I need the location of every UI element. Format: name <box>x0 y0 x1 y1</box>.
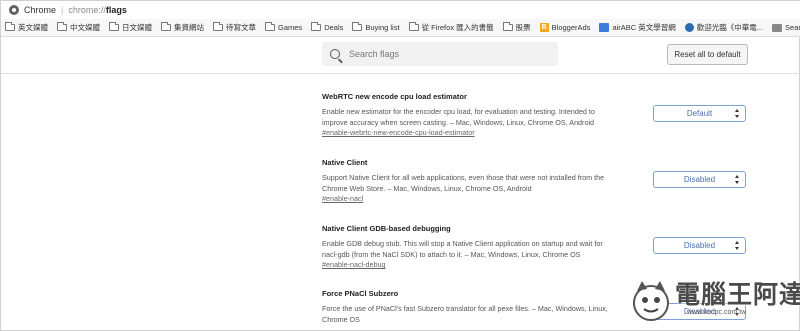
bookmark-folder[interactable]: Buying list <box>352 22 400 32</box>
bookmark-label: 股票 <box>515 23 531 32</box>
flag-item: Native Client GDB-based debugging Enable… <box>322 224 642 271</box>
flag-link[interactable]: #enable-nacl-debug <box>322 260 642 271</box>
bookmark-label: 日文媒體 <box>122 23 152 32</box>
bookmark-folder[interactable]: 股票 <box>502 22 531 33</box>
header-divider <box>1 73 800 74</box>
chrome-info-icon[interactable] <box>9 5 19 15</box>
flag-title: Force PNaCl Subzero <box>322 289 399 298</box>
flag-description-line: Enable new estimator for the encoder cpu… <box>322 107 595 116</box>
flag-select[interactable]: Disabled <box>653 171 746 188</box>
bookmark-folder[interactable]: Games <box>265 22 303 32</box>
folder-icon <box>265 22 275 31</box>
folder-icon <box>502 22 513 31</box>
bookmark-label: 中文媒體 <box>70 23 100 32</box>
bookmark-link[interactable]: B BloggerAds <box>539 23 591 32</box>
bookmarks-bar: 英文媒體 中文媒體 日文媒體 集資網站 待寫文章 Games Deals Buy… <box>1 19 800 37</box>
select-arrows-icon <box>735 241 740 250</box>
flag-item: Force PNaCl Subzero Force the use of PNa… <box>322 289 642 325</box>
flag-link[interactable]: #enable-webrtc-new-encode-cpu-load-estim… <box>322 128 642 139</box>
flag-description-line: Enable GDB debug stub. This will stop a … <box>322 239 603 248</box>
search-icon <box>330 49 340 59</box>
bookmark-folder[interactable]: 集資網站 <box>161 22 204 33</box>
bookmark-link[interactable]: Sear <box>772 23 800 32</box>
flag-title: Native Client <box>322 158 368 167</box>
bookmark-folder[interactable]: 中文媒體 <box>57 22 100 33</box>
flag-select[interactable]: Disabled <box>653 237 746 254</box>
flag-description: Enable new estimator for the encoder cpu… <box>322 107 642 128</box>
url-scheme: chrome:// <box>68 5 106 15</box>
bookmark-label: Sear <box>785 23 800 32</box>
flag-select-value: Disabled <box>683 241 716 250</box>
bookmark-label: Buying list <box>365 23 400 32</box>
flag-title: Native Client GDB-based debugging <box>322 224 451 233</box>
bookmark-label: BloggerAds <box>551 23 591 32</box>
folder-icon <box>57 22 67 31</box>
bookmark-folder[interactable]: Deals <box>311 22 344 32</box>
flag-description: Enable GDB debug stub. This will stop a … <box>322 239 642 260</box>
bookmark-folder[interactable]: 英文媒體 <box>5 22 48 33</box>
gift-icon <box>772 23 783 32</box>
select-arrows-icon <box>735 109 740 118</box>
flag-link[interactable]: #enable-nacl <box>322 194 642 205</box>
watermark-logo: 電腦王阿達 www.kocpc.com.tw <box>627 275 800 327</box>
bookmark-label: Games <box>278 23 303 32</box>
bookmark-folder[interactable]: 從 Firefox 匯入的書籤 <box>408 22 494 33</box>
bookmark-label: 待寫文章 <box>226 23 256 32</box>
address-bar[interactable]: Chrome | chrome:// flags <box>1 1 800 19</box>
bloggerads-icon: B <box>539 23 549 32</box>
bookmark-folder[interactable]: 日文媒體 <box>109 22 152 33</box>
bookmark-label: airABC 英文學習網 <box>612 23 676 32</box>
watermark-url: www.kocpc.com.tw <box>687 309 747 316</box>
watermark-text: 電腦王阿達 <box>675 280 800 309</box>
reset-all-button[interactable]: Reset all to default <box>667 44 748 65</box>
flag-description: Support Native Client for all web applic… <box>322 173 642 194</box>
globe-icon <box>684 23 694 32</box>
folder-icon <box>352 22 363 31</box>
flag-description-line: improve accuracy when screen casting. – … <box>322 117 595 127</box>
flag-item: Native Client Support Native Client for … <box>322 158 642 205</box>
flag-description-line: Force the use of PNaCl's fast Subzero tr… <box>322 304 608 313</box>
bookmark-link[interactable]: airABC 英文學習網 <box>599 22 676 33</box>
folder-icon <box>213 22 223 31</box>
bookmark-folder[interactable]: 待寫文章 <box>213 22 256 33</box>
flag-description-line: Support Native Client for all web applic… <box>322 173 605 182</box>
folder-icon <box>109 22 119 31</box>
folder-icon <box>311 22 322 31</box>
airabc-icon <box>599 23 610 32</box>
flag-select-value: Default <box>686 109 713 118</box>
flag-description-line: nacl-gdb (from the NaCl SDK) to attach t… <box>322 249 581 259</box>
select-arrows-icon <box>735 175 740 184</box>
folder-icon <box>161 22 171 31</box>
bookmark-label: 英文媒體 <box>18 23 48 32</box>
bookmark-link[interactable]: 歡迎光臨《中華電... <box>684 22 764 33</box>
folder-icon <box>408 22 419 31</box>
flag-title: WebRTC new encode cpu load estimator <box>322 92 467 101</box>
search-input[interactable] <box>349 49 549 59</box>
browser-window: Chrome | chrome:// flags 英文媒體 中文媒體 日文媒體 … <box>0 0 800 331</box>
folder-icon <box>5 22 15 31</box>
search-flags-box[interactable] <box>322 42 558 66</box>
bookmark-label: 從 Firefox 匯入的書籤 <box>421 23 494 32</box>
flag-select-value: Disabled <box>683 175 716 184</box>
flag-description: Force the use of PNaCl's fast Subzero tr… <box>322 304 642 325</box>
flag-item: WebRTC new encode cpu load estimator Ena… <box>322 92 642 139</box>
bookmark-label: 集資網站 <box>174 23 204 32</box>
mascot-icon <box>633 281 669 321</box>
address-separator: | <box>61 5 64 15</box>
flag-select[interactable]: Default <box>653 105 746 122</box>
flag-description-line: Chrome OS <box>322 314 360 324</box>
site-label: Chrome <box>24 5 57 15</box>
bookmark-label: 歡迎光臨《中華電... <box>696 23 764 32</box>
url-path: flags <box>105 5 127 15</box>
flag-description-line: Chrome Web Store. – Mac, Windows, Linux,… <box>322 183 532 193</box>
bookmark-label: Deals <box>324 23 344 32</box>
